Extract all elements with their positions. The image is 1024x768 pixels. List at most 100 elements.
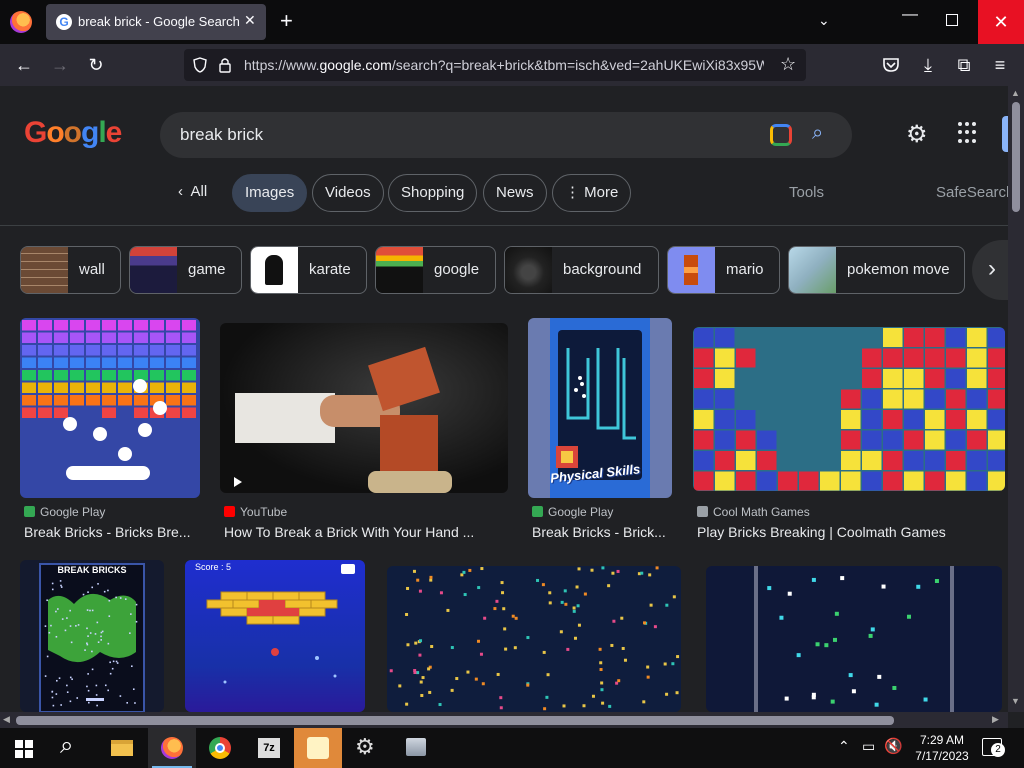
search-box[interactable]: break brick ⌕ (160, 112, 852, 158)
apps-grid-icon[interactable] (958, 122, 980, 144)
tab-all[interactable]: ‹ All (166, 174, 219, 212)
tools-link[interactable]: Tools (789, 184, 824, 201)
result-title[interactable]: Play Bricks Breaking | Coolmath Games (697, 524, 997, 540)
chevron-right-icon[interactable]: › (972, 240, 1012, 300)
tab-videos[interactable]: Videos (312, 174, 384, 212)
extensions-icon[interactable]: ⧉ (952, 53, 976, 77)
back-icon[interactable]: ← (12, 53, 36, 77)
brick (118, 345, 132, 356)
brick (166, 382, 180, 393)
tab-news[interactable]: News (483, 174, 547, 212)
result-title[interactable]: Break Bricks - Brick... (532, 524, 672, 540)
brick (134, 702, 136, 704)
reload-icon[interactable]: ↻ (84, 53, 108, 77)
result-thumbnail[interactable]: Physical Skills (528, 318, 672, 498)
related-chip-pokemon-move[interactable]: pokemon move (788, 246, 965, 294)
app-taskbar-button[interactable] (392, 728, 440, 768)
brick (66, 691, 69, 693)
lock-icon[interactable] (218, 57, 232, 73)
menu-icon[interactable]: ≡ (988, 53, 1012, 77)
chevron-down-icon[interactable]: ⌄ (818, 12, 830, 29)
url-bar[interactable]: https://www.google.com/search?q=break+br… (184, 49, 806, 81)
image-result[interactable]: Cool Math Games Play Bricks Breaking | C… (693, 318, 1005, 546)
forward-icon[interactable]: → (48, 53, 72, 77)
related-chip-wall[interactable]: wall (20, 246, 121, 294)
related-chip-mario[interactable]: mario (667, 246, 780, 294)
search-icon[interactable]: ⌕ (812, 122, 823, 145)
file-explorer-button[interactable] (98, 728, 146, 768)
result-thumbnail[interactable] (220, 323, 508, 493)
star-icon[interactable]: ☆ (780, 54, 796, 75)
scroll-left-icon[interactable]: ◀ (3, 714, 10, 725)
google-lens-icon[interactable] (770, 124, 792, 146)
result-thumbnail[interactable]: BREAK BRICKS (20, 560, 164, 712)
vertical-scrollbar[interactable]: ▲ ▼ (1008, 86, 1024, 712)
download-icon[interactable]: ⤓ (916, 53, 940, 77)
image-result[interactable]: YouTube How To Break a Brick With Your H… (220, 318, 510, 546)
chevron-up-icon[interactable]: ⌃ (838, 738, 850, 755)
shield-icon[interactable] (192, 57, 208, 73)
brick (503, 627, 507, 631)
search-input[interactable]: break brick (180, 125, 263, 145)
google-logo[interactable]: Google (24, 116, 122, 150)
maximize-icon[interactable] (946, 14, 958, 26)
pocket-icon[interactable] (882, 57, 900, 73)
result-title[interactable]: How To Break a Brick With Your Hand ... (224, 524, 508, 540)
scrollbar-thumb[interactable] (1012, 102, 1020, 212)
safesearch-link[interactable]: SafeSearch (936, 184, 1014, 201)
result-thumbnail[interactable] (693, 327, 1005, 491)
result-title[interactable]: Break Bricks - Bricks Bre... (24, 524, 198, 540)
new-tab-button[interactable]: + (280, 8, 293, 34)
tab-close-icon[interactable]: ✕ (244, 12, 256, 29)
scroll-down-icon[interactable]: ▼ (1011, 696, 1020, 706)
result-thumbnail[interactable]: Score : 5 (185, 560, 365, 712)
related-chip-google[interactable]: google (375, 246, 496, 294)
volume-muted-icon[interactable]: 🔇 (884, 737, 903, 755)
firefox-taskbar-button[interactable] (148, 728, 196, 768)
brick (925, 451, 945, 470)
active-tab[interactable]: G break brick - Google Search ✕ (46, 4, 266, 40)
firefox-logo-icon[interactable] (10, 11, 32, 33)
network-icon[interactable]: ▭ (862, 738, 875, 755)
related-chip-game[interactable]: game (129, 246, 242, 294)
scroll-up-icon[interactable]: ▲ (1011, 88, 1020, 98)
image-result[interactable] (387, 560, 683, 712)
paint-taskbar-button[interactable] (294, 728, 342, 768)
result-source[interactable]: Google Play (24, 505, 105, 519)
brick (504, 647, 508, 651)
brick (69, 625, 72, 627)
image-result[interactable] (706, 560, 1004, 712)
image-result[interactable]: Google Play Break Bricks - Bricks Bre... (20, 318, 200, 546)
gear-icon[interactable]: ⚙ (906, 120, 928, 149)
result-source[interactable]: Google Play (532, 505, 613, 519)
result-source[interactable]: YouTube (224, 505, 287, 519)
image-result[interactable]: Score : 5 (185, 560, 365, 712)
scroll-right-icon[interactable]: ▶ (992, 714, 999, 725)
minimize-icon[interactable]: — (900, 6, 920, 24)
tab-more[interactable]: ⋮ More (552, 174, 632, 212)
settings-taskbar-button[interactable]: ⚙ (343, 728, 391, 768)
clock[interactable]: 7:29 AM 7/17/2023 (912, 732, 972, 764)
google-play-icon (532, 506, 543, 517)
result-thumbnail[interactable] (706, 566, 1002, 712)
brick (988, 328, 1005, 347)
url-text[interactable]: https://www.google.com/search?q=break+br… (244, 57, 764, 73)
related-chip-background[interactable]: background (504, 246, 659, 294)
result-thumbnail[interactable] (20, 318, 200, 498)
image-result[interactable]: Physical Skills Google Play Break Bricks… (528, 318, 674, 546)
result-source[interactable]: Cool Math Games (697, 505, 810, 519)
brick (51, 691, 54, 693)
notifications-icon[interactable]: 2 (982, 738, 1005, 757)
scrollbar-thumb[interactable] (16, 716, 894, 725)
chrome-taskbar-button[interactable] (196, 728, 244, 768)
related-chip-karate[interactable]: karate (250, 246, 367, 294)
horizontal-scrollbar[interactable]: ◀ ▶ (0, 712, 1008, 728)
tab-shopping[interactable]: Shopping (388, 174, 478, 212)
7zip-taskbar-button[interactable]: 7z (245, 728, 293, 768)
start-button[interactable] (0, 728, 48, 768)
search-button[interactable]: ⌕ (48, 728, 96, 768)
image-result[interactable]: BREAK BRICKS (20, 560, 164, 712)
result-thumbnail[interactable] (387, 566, 681, 712)
tab-images[interactable]: Images (232, 174, 308, 212)
window-close-button[interactable]: ✕ (978, 0, 1024, 44)
